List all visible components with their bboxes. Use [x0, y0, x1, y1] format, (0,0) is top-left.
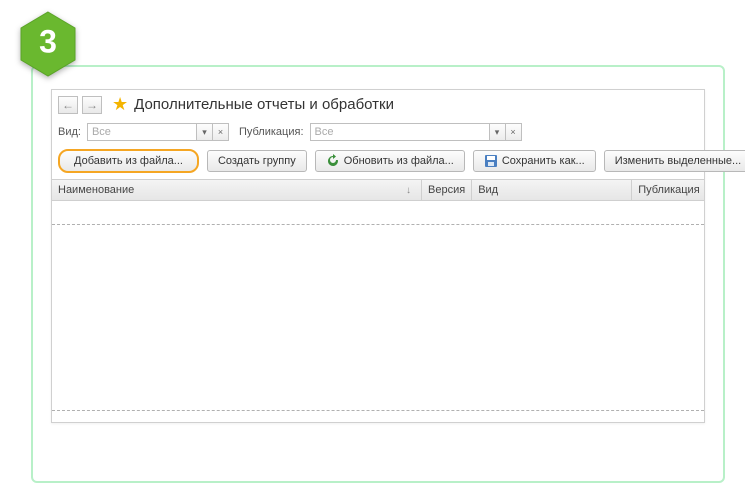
refresh-icon — [326, 154, 340, 168]
step-number: 3 — [39, 24, 57, 61]
col-kind[interactable]: Вид — [472, 180, 632, 200]
star-icon[interactable]: ★ — [112, 94, 128, 115]
filter-pub-label: Публикация: — [239, 126, 304, 138]
chevron-down-icon: ▾ — [495, 127, 500, 138]
col-publication-label: Публикация — [638, 184, 699, 196]
add-from-file-button[interactable]: Добавить из файла... — [58, 149, 199, 173]
update-from-file-button[interactable]: Обновить из файла... — [315, 150, 465, 172]
create-group-button[interactable]: Создать группу — [207, 150, 307, 172]
app-window: ← → ★ Дополнительные отчеты и обработки … — [51, 89, 705, 423]
toolbar: Добавить из файла... Создать группу Обно… — [52, 145, 704, 177]
chevron-down-icon: ▾ — [202, 127, 207, 138]
tutorial-frame: ← → ★ Дополнительные отчеты и обработки … — [31, 65, 725, 483]
create-group-label: Создать группу — [218, 155, 296, 167]
add-from-file-label: Добавить из файла... — [74, 155, 183, 167]
forward-button[interactable]: → — [82, 96, 102, 114]
arrow-left-icon: ← — [62, 98, 74, 112]
save-as-label: Сохранить как... — [502, 155, 585, 167]
filter-kind-field: ▾ × — [87, 123, 229, 141]
col-kind-label: Вид — [478, 184, 498, 196]
filter-kind-clear[interactable]: × — [213, 123, 229, 141]
filter-kind-dropdown[interactable]: ▾ — [197, 123, 213, 141]
clear-icon: × — [218, 127, 223, 137]
col-name-label: Наименование — [58, 184, 134, 196]
save-icon — [484, 154, 498, 168]
filter-pub-dropdown[interactable]: ▾ — [490, 123, 506, 141]
col-publication[interactable]: Публикация — [632, 180, 705, 200]
col-version[interactable]: Версия — [422, 180, 472, 200]
save-as-button[interactable]: Сохранить как... — [473, 150, 596, 172]
filter-row: Вид: ▾ × Публикация: ▾ × — [52, 119, 704, 145]
filter-kind-label: Вид: — [58, 126, 81, 138]
arrow-right-icon: → — [86, 98, 98, 112]
col-version-label: Версия — [428, 184, 465, 196]
grid-header: Наименование ↓ Версия Вид Публикация — [52, 179, 704, 201]
grid-empty-row — [52, 201, 704, 225]
sort-indicator-icon: ↓ — [406, 185, 411, 196]
back-button[interactable]: ← — [58, 96, 78, 114]
clear-icon: × — [510, 127, 515, 137]
edit-selected-label: Изменить выделенные... — [615, 155, 741, 167]
page-title: Дополнительные отчеты и обработки — [134, 96, 394, 113]
update-from-file-label: Обновить из файла... — [344, 155, 454, 167]
grid-body[interactable] — [52, 201, 704, 411]
filter-pub-clear[interactable]: × — [506, 123, 522, 141]
filter-kind-input[interactable] — [87, 123, 197, 141]
filter-pub-input[interactable] — [310, 123, 490, 141]
edit-selected-button[interactable]: Изменить выделенные... — [604, 150, 745, 172]
step-badge: 3 — [18, 10, 78, 78]
filter-pub-field: ▾ × — [310, 123, 522, 141]
col-name[interactable]: Наименование ↓ — [52, 180, 422, 200]
titlebar: ← → ★ Дополнительные отчеты и обработки — [52, 90, 704, 119]
